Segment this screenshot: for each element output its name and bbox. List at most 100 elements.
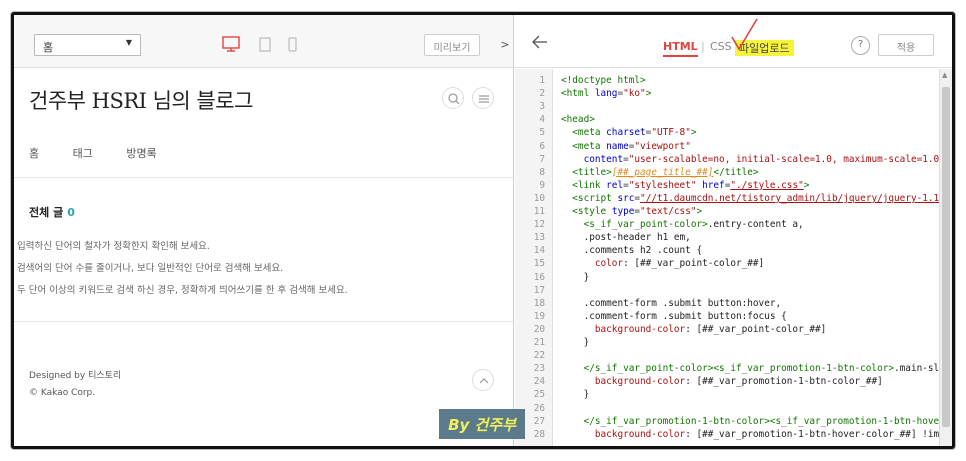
apply-button[interactable]: 적용	[878, 34, 934, 56]
desktop-icon[interactable]	[222, 36, 240, 56]
code-line[interactable]: 9 <link rel="stylesheet" href="./style.c…	[515, 180, 939, 192]
menu-button[interactable]	[472, 87, 494, 109]
line-number: 10	[533, 192, 545, 204]
code-token: >	[696, 206, 703, 217]
code-token: <link	[561, 179, 607, 191]
line-number: 9	[539, 179, 545, 191]
code-line[interactable]: 19 .comment-form .submit button:focus {	[515, 311, 939, 323]
line-number: 21	[533, 337, 545, 348]
tab-css[interactable]: CSS	[710, 40, 732, 53]
post-count-value: 0	[67, 206, 75, 219]
code-line[interactable]: 1 <!doctype html>	[515, 75, 939, 87]
code-token: background-color	[561, 323, 686, 335]
scroll-up-icon[interactable]: ▲	[942, 71, 947, 79]
line-number: 24	[533, 376, 545, 388]
code-token: .comments h2 .count {	[561, 245, 703, 257]
code-line[interactable]: 21 }	[515, 337, 939, 349]
nav-item-home[interactable]: 홈	[29, 147, 39, 160]
code-line[interactable]: 18 .comment-form .submit button:hover,	[515, 298, 939, 310]
code-token: <html	[561, 88, 595, 100]
line-number: 7	[539, 153, 545, 165]
code-token: color	[561, 258, 624, 270]
editor-toolbar: HTML | CSS 파일업로드 ? 적용	[515, 15, 952, 68]
code-line[interactable]: 7 content="user-scalable=no, initial-sca…	[515, 154, 939, 166]
code-token: : [##_var_point-color_##]	[623, 258, 765, 270]
code-token: "UTF-8"	[651, 127, 691, 139]
code-line[interactable]: 10 <script src="//t1.daumcdn.net/tistory…	[515, 193, 939, 205]
back-arrow-icon[interactable]	[531, 34, 549, 54]
code-line[interactable]: 20 background-color: [##_var_point-color…	[515, 324, 939, 336]
code-line[interactable]: 22	[515, 350, 939, 362]
code-token: <s_if_var_point-color>	[561, 219, 708, 231]
code-line[interactable]: 28 background-color: [##_var_promotion-1…	[515, 429, 939, 441]
scroll-top-button[interactable]	[472, 369, 494, 391]
code-line[interactable]: 24 background-color: [##_var_promotion-1…	[515, 376, 939, 388]
code-editor[interactable]: 1 <!doctype html> 2 <html lang="ko"> 3 4 <head…	[515, 69, 939, 446]
code-line[interactable]: 6 <meta name="viewport"	[515, 141, 939, 153]
code-line[interactable]: 16 }	[515, 272, 939, 284]
line-number: 6	[539, 140, 545, 152]
code-token: "ko"	[623, 88, 646, 100]
search-hint: 두 단어 이상의 키워드로 검색 하신 경우, 정확하게 띄어쓰기를 한 후 검…	[17, 285, 348, 296]
code-line[interactable]: 14 .comments h2 .count {	[515, 245, 939, 257]
code-line[interactable]: 25 }	[515, 389, 939, 401]
line-number: 3	[539, 101, 545, 113]
code-line[interactable]: 4 <head>	[515, 114, 939, 126]
code-line[interactable]: 11 <style type="text/css">	[515, 206, 939, 218]
nav-item-guestbook[interactable]: 방명록	[126, 147, 156, 160]
code-line[interactable]: 5 <meta charset="UTF-8">	[515, 127, 939, 139]
page-select[interactable]: 홈 ▼	[34, 34, 141, 56]
code-token: [##_page_title_##]	[611, 166, 714, 178]
tab-html[interactable]: HTML	[663, 40, 698, 57]
code-token: lang	[594, 88, 618, 100]
code-line[interactable]: 13 .post-header h1 em,	[515, 232, 939, 244]
tablet-icon[interactable]	[259, 37, 271, 56]
line-number: 18	[533, 297, 545, 309]
editor-pane: HTML | CSS 파일업로드 ? 적용 1 <!doctype html> 2 <…	[515, 15, 952, 446]
code-token: <title>	[561, 166, 612, 178]
code-line[interactable]: 3	[515, 101, 939, 113]
line-number: 12	[533, 219, 545, 231]
preview-button[interactable]: 미리보기	[424, 34, 480, 56]
code-token: "stylesheet"	[628, 179, 703, 191]
code-token: <meta	[561, 140, 607, 152]
page-select-value: 홈	[43, 41, 54, 54]
code-token: >	[803, 179, 810, 191]
code-token: background-color	[561, 376, 686, 388]
code-line[interactable]: 15 color: [##_var_point-color_##]	[515, 258, 939, 270]
code-token: src	[617, 192, 635, 204]
code-line[interactable]: 23 </s_if_var_point-color><s_if_var_prom…	[515, 363, 939, 375]
line-number: 4	[539, 114, 545, 126]
code-line[interactable]: 12 <s_if_var_point-color>.entry-content …	[515, 219, 939, 231]
code-line[interactable]: 2 <html lang="ko">	[515, 88, 939, 100]
scrollbar-thumb[interactable]	[942, 87, 950, 427]
code-line[interactable]: 26	[515, 403, 939, 415]
line-number: 25	[533, 389, 545, 401]
code-line[interactable]: 8 <title>[##_page_title_##]</title>	[515, 167, 939, 179]
code-line[interactable]: 27 </s_if_var_promotion-1-btn-color><s_i…	[515, 416, 939, 428]
code-token: : [##_var_promotion-1-btn-hover-color_##…	[685, 428, 939, 440]
blog-title: 건주부 HSRI 님의 블로그	[29, 89, 253, 113]
code-token: "//t1.daumcdn.net/tistory_admin/lib/jque…	[640, 192, 939, 204]
post-count: 전체 글0	[29, 204, 75, 220]
chevron-right-icon[interactable]: >	[496, 34, 514, 56]
line-number: 1	[539, 75, 545, 86]
window-frame: 홈 ▼ 미리보기 > 건주부 HSRI 님의 블로그 홈 태그 방명록 전체 글…	[11, 12, 955, 449]
help-button[interactable]: ?	[851, 36, 870, 55]
line-number: 5	[539, 127, 545, 139]
mobile-icon[interactable]	[288, 37, 297, 56]
tab-separator: |	[701, 40, 705, 53]
nav-item-tag[interactable]: 태그	[73, 147, 93, 160]
line-number: 20	[533, 323, 545, 335]
footer-copyright: © Kakao Corp.	[29, 388, 96, 398]
watermark: By 건주부	[439, 409, 525, 439]
preview-toolbar: 홈 ▼ 미리보기 >	[14, 15, 513, 68]
menu-icon	[479, 95, 489, 103]
vertical-scrollbar[interactable]: ▲	[939, 69, 952, 446]
code-line[interactable]: 17	[515, 285, 939, 297]
code-token: <head>	[561, 114, 595, 126]
line-number: 11	[533, 206, 545, 217]
code-token: rel	[606, 179, 624, 191]
code-token: background-color	[561, 428, 686, 440]
search-button[interactable]	[442, 87, 464, 109]
